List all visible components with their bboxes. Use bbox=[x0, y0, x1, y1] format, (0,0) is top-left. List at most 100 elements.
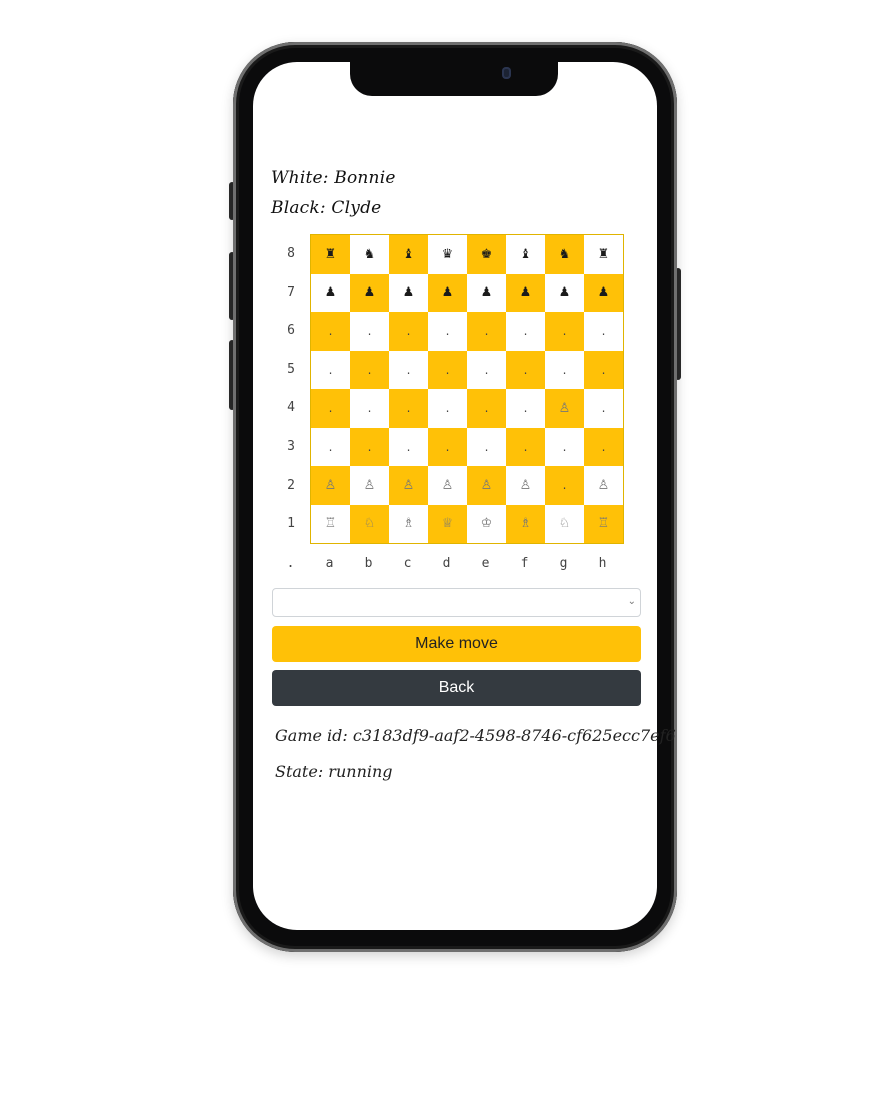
square-c4[interactable]: . bbox=[389, 389, 428, 428]
white-piece-icon: ♔ bbox=[480, 516, 493, 532]
square-f4[interactable]: . bbox=[506, 389, 545, 428]
front-camera-icon bbox=[502, 67, 511, 79]
square-a6[interactable]: . bbox=[311, 312, 350, 351]
square-g6[interactable]: . bbox=[545, 312, 584, 351]
square-d7[interactable]: ♟ bbox=[428, 273, 467, 312]
square-h4[interactable]: . bbox=[584, 389, 623, 428]
square-f7[interactable]: ♟ bbox=[506, 273, 545, 312]
square-a3[interactable]: . bbox=[311, 427, 350, 466]
square-e2[interactable]: ♙ bbox=[467, 466, 506, 505]
square-a8[interactable]: ♜ bbox=[311, 235, 350, 274]
rank-label: 8 bbox=[287, 246, 295, 261]
square-b5[interactable]: . bbox=[350, 350, 389, 389]
square-c3[interactable]: . bbox=[389, 427, 428, 466]
square-g8[interactable]: ♞ bbox=[545, 235, 584, 274]
square-f3[interactable]: . bbox=[506, 427, 545, 466]
square-e4[interactable]: . bbox=[467, 389, 506, 428]
file-label: h bbox=[598, 556, 607, 571]
square-e1[interactable]: ♔ bbox=[467, 504, 506, 543]
square-g4[interactable]: ♙ bbox=[545, 389, 584, 428]
square-f6[interactable]: . bbox=[506, 312, 545, 351]
square-c5[interactable]: . bbox=[389, 350, 428, 389]
square-e8[interactable]: ♚ bbox=[467, 235, 506, 274]
square-a4[interactable]: . bbox=[311, 389, 350, 428]
square-h5[interactable]: . bbox=[584, 350, 623, 389]
square-d1[interactable]: ♕ bbox=[428, 504, 467, 543]
empty-square-dot: . bbox=[523, 362, 528, 377]
square-b2[interactable]: ♙ bbox=[350, 466, 389, 505]
square-f8[interactable]: ♝ bbox=[506, 235, 545, 274]
square-h7[interactable]: ♟ bbox=[584, 273, 623, 312]
square-e3[interactable]: . bbox=[467, 427, 506, 466]
square-g5[interactable]: . bbox=[545, 350, 584, 389]
square-d6[interactable]: . bbox=[428, 312, 467, 351]
square-a5[interactable]: . bbox=[311, 350, 350, 389]
move-select[interactable]: ⌄ bbox=[272, 588, 641, 617]
square-b8[interactable]: ♞ bbox=[350, 235, 389, 274]
black-piece-icon: ♟ bbox=[597, 285, 610, 301]
black-player-label: Black: Clyde bbox=[271, 198, 382, 218]
square-f2[interactable]: ♙ bbox=[506, 466, 545, 505]
black-piece-icon: ♝ bbox=[402, 246, 415, 262]
white-piece-icon: ♙ bbox=[558, 400, 571, 416]
square-e6[interactable]: . bbox=[467, 312, 506, 351]
square-g1[interactable]: ♘ bbox=[545, 504, 584, 543]
black-piece-icon: ♛ bbox=[441, 246, 454, 262]
square-g3[interactable]: . bbox=[545, 427, 584, 466]
square-h8[interactable]: ♜ bbox=[584, 235, 623, 274]
square-g7[interactable]: ♟ bbox=[545, 273, 584, 312]
square-b7[interactable]: ♟ bbox=[350, 273, 389, 312]
black-piece-icon: ♜ bbox=[597, 246, 610, 262]
rank-label: 7 bbox=[287, 284, 295, 300]
square-a1[interactable]: ♖ bbox=[311, 504, 350, 543]
empty-square-dot: . bbox=[328, 324, 333, 339]
square-g2[interactable]: . bbox=[545, 466, 584, 505]
black-piece-icon: ♟ bbox=[441, 285, 454, 301]
game-id-label: Game id: c3183df9-aaf2-4598-8746-cf625ec… bbox=[275, 726, 676, 745]
square-b1[interactable]: ♘ bbox=[350, 504, 389, 543]
square-c8[interactable]: ♝ bbox=[389, 235, 428, 274]
square-e7[interactable]: ♟ bbox=[467, 273, 506, 312]
empty-square-dot: . bbox=[445, 362, 450, 377]
chess-board: ♜ ♞ ♝ ♛ ♚ ♝ ♞ ♜ ♟ ♟ ♟ ♟ ♟ ♟ ♟ ♟...................... ♙.… bbox=[310, 234, 624, 544]
square-c2[interactable]: ♙ bbox=[389, 466, 428, 505]
square-c7[interactable]: ♟ bbox=[389, 273, 428, 312]
empty-square-dot: . bbox=[328, 401, 333, 416]
square-d5[interactable]: . bbox=[428, 350, 467, 389]
square-c1[interactable]: ♗ bbox=[389, 504, 428, 543]
square-h3[interactable]: . bbox=[584, 427, 623, 466]
back-button[interactable]: Back bbox=[272, 670, 641, 706]
make-move-button[interactable]: Make move bbox=[272, 626, 641, 662]
white-piece-icon: ♙ bbox=[324, 477, 337, 493]
black-piece-icon: ♟ bbox=[324, 285, 337, 301]
black-piece-icon: ♟ bbox=[519, 285, 532, 301]
square-e5[interactable]: . bbox=[467, 350, 506, 389]
empty-square-dot: . bbox=[406, 439, 411, 454]
square-b3[interactable]: . bbox=[350, 427, 389, 466]
square-f1[interactable]: ♗ bbox=[506, 504, 545, 543]
game-state-label: State: running bbox=[275, 762, 393, 781]
square-d3[interactable]: . bbox=[428, 427, 467, 466]
rank-label: 2 bbox=[287, 477, 295, 493]
square-h2[interactable]: ♙ bbox=[584, 466, 623, 505]
square-d4[interactable]: . bbox=[428, 389, 467, 428]
square-d2[interactable]: ♙ bbox=[428, 466, 467, 505]
file-label: a bbox=[325, 556, 334, 571]
empty-square-dot: . bbox=[484, 324, 489, 339]
empty-square-dot: . bbox=[406, 401, 411, 416]
square-b6[interactable]: . bbox=[350, 312, 389, 351]
white-piece-icon: ♘ bbox=[558, 516, 571, 532]
square-c6[interactable]: . bbox=[389, 312, 428, 351]
square-a2[interactable]: ♙ bbox=[311, 466, 350, 505]
chevron-down-icon: ⌄ bbox=[627, 596, 636, 607]
square-f5[interactable]: . bbox=[506, 350, 545, 389]
square-b4[interactable]: . bbox=[350, 389, 389, 428]
square-a7[interactable]: ♟ bbox=[311, 273, 350, 312]
empty-square-dot: . bbox=[601, 439, 606, 454]
phone-notch bbox=[350, 58, 558, 96]
square-h1[interactable]: ♖ bbox=[584, 504, 623, 543]
square-d8[interactable]: ♛ bbox=[428, 235, 467, 274]
empty-square-dot: . bbox=[484, 401, 489, 416]
empty-square-dot: . bbox=[367, 324, 372, 339]
square-h6[interactable]: . bbox=[584, 312, 623, 351]
